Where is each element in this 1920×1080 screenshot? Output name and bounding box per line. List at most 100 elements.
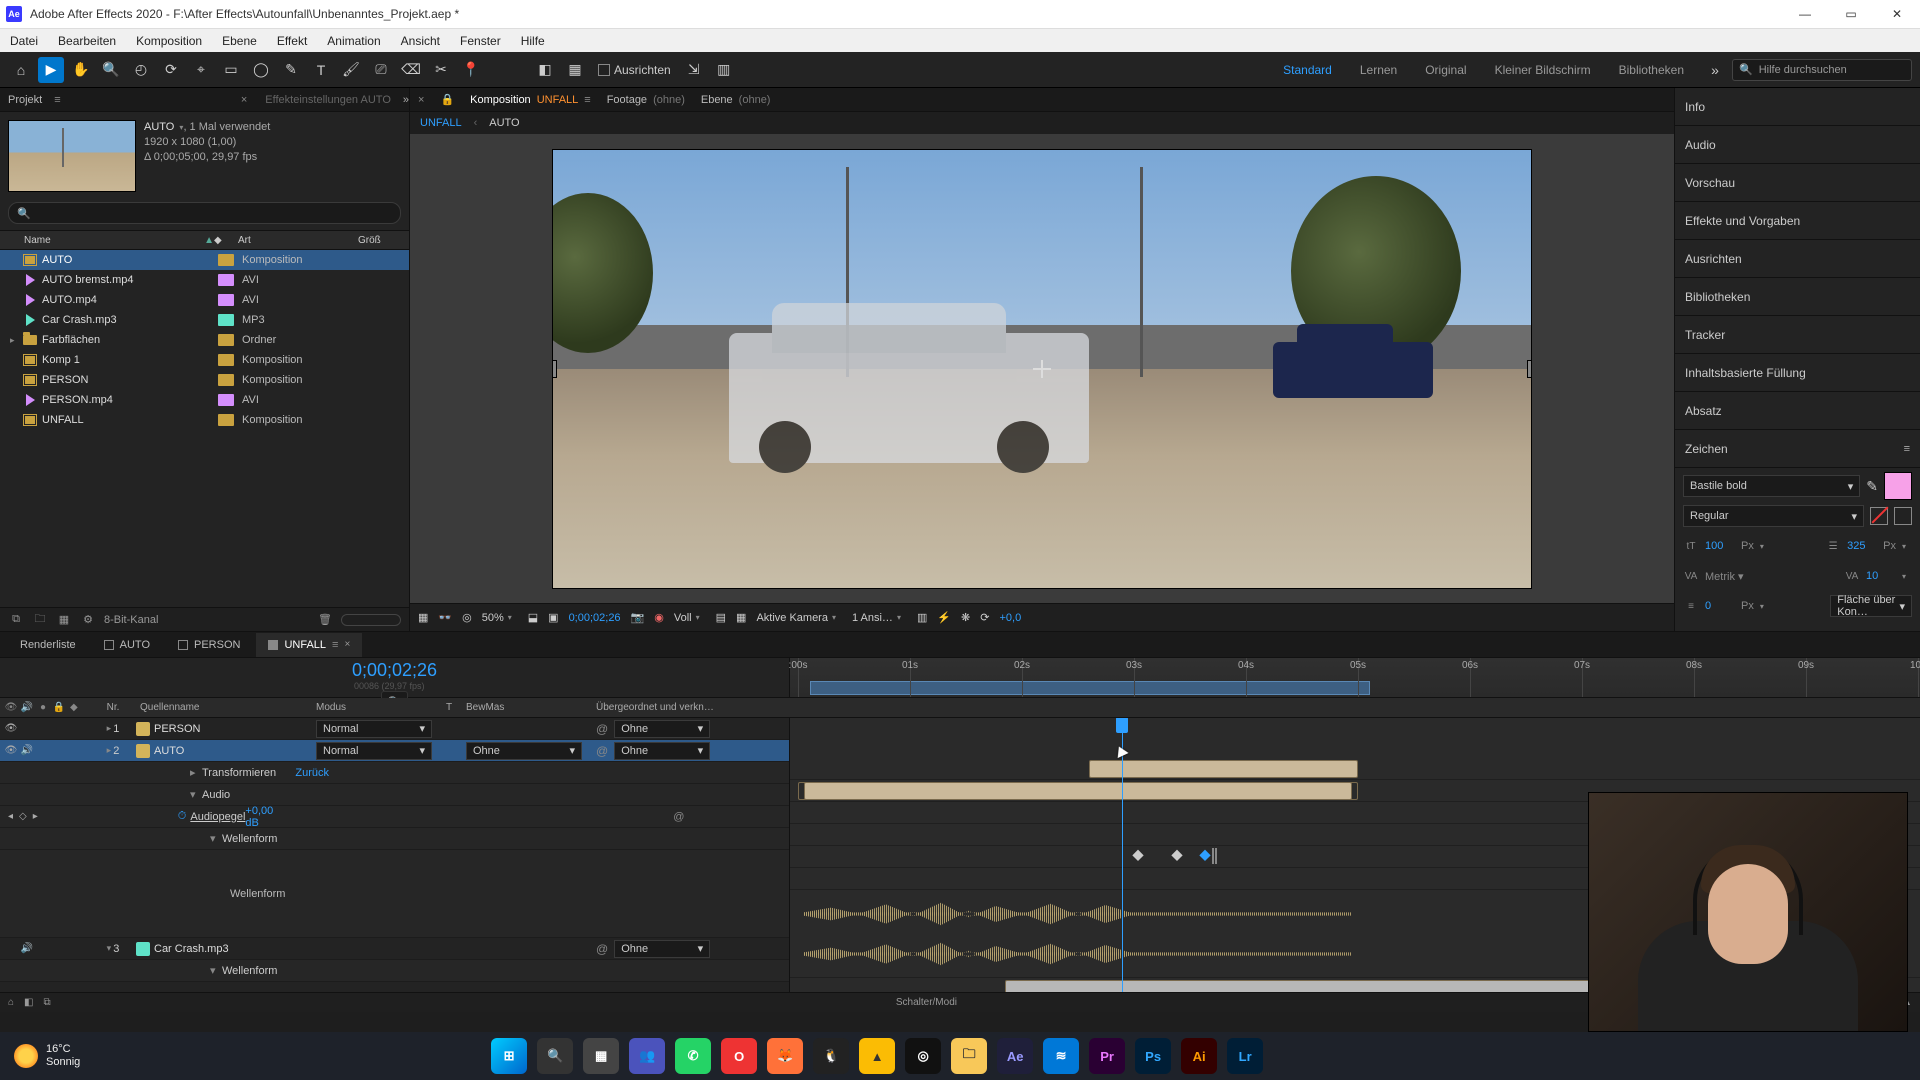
proportional-grid-icon[interactable]: ▥ <box>711 57 737 83</box>
left-resize-handle[interactable] <box>552 360 557 378</box>
layer-property-row[interactable]: ▾Wellenform <box>0 828 789 850</box>
brush-tool[interactable]: 🖌 <box>338 57 364 83</box>
layer-property-row[interactable]: ▸TransformierenZurück <box>0 762 789 784</box>
project-item[interactable]: Car Crash.mp3MP3 <box>0 310 409 330</box>
panel-overflow-icon[interactable]: » <box>403 94 409 106</box>
work-area-bar[interactable] <box>810 681 1370 695</box>
project-item[interactable]: ▸FarbflächenOrdner <box>0 330 409 350</box>
layer-property-row[interactable]: ▾Audio <box>0 784 789 806</box>
no-fill-icon[interactable] <box>1870 507 1888 525</box>
linux-icon[interactable]: 🐧 <box>813 1038 849 1074</box>
stroke-width-value[interactable]: 0 <box>1705 600 1735 612</box>
pixel-aspect-icon[interactable]: ▥ <box>917 611 927 624</box>
snapshot-icon[interactable]: 📷 <box>631 611 645 624</box>
window-minimize-button[interactable]: — <box>1782 0 1828 28</box>
file-explorer-icon[interactable]: 🗀 <box>951 1038 987 1074</box>
rectangle-tool[interactable]: ▭ <box>218 57 244 83</box>
menu-effekt[interactable]: Effekt <box>267 29 317 52</box>
parent-dropdown[interactable]: Ohne▾ <box>614 742 710 760</box>
viewer-footage-tab[interactable]: Footage (ohne) <box>607 94 685 106</box>
breadcrumb-item[interactable]: UNFALL <box>420 117 462 129</box>
photoshop-icon[interactable]: Ps <box>1135 1038 1171 1074</box>
stopwatch-icon[interactable]: ⏱ <box>178 810 187 823</box>
pen-tool[interactable]: ✎ <box>278 57 304 83</box>
viewer-comp-tab[interactable]: Komposition UNFALL ≡ <box>470 94 591 106</box>
whatsapp-icon[interactable]: ✆ <box>675 1038 711 1074</box>
project-item[interactable]: PERSON.mp4AVI <box>0 390 409 410</box>
ellipse-tool[interactable]: ◯ <box>248 57 274 83</box>
task-view-icon[interactable]: ▦ <box>583 1038 619 1074</box>
current-time-indicator[interactable] <box>1122 718 1123 992</box>
workspace-standard[interactable]: Standard <box>1269 63 1346 77</box>
blend-mode-dropdown[interactable]: Normal▾ <box>316 720 432 738</box>
clone-stamp-tool[interactable]: ⎚ <box>368 57 394 83</box>
tracking-value[interactable]: 10 <box>1866 570 1896 582</box>
mask-visibility-icon[interactable]: ◎ <box>462 611 472 624</box>
refresh-icon[interactable]: ⟳ <box>980 611 989 624</box>
menu-hilfe[interactable]: Hilfe <box>511 29 555 52</box>
breadcrumb-item[interactable]: AUTO <box>489 117 519 129</box>
start-button[interactable]: ⊞ <box>491 1038 527 1074</box>
workspace-kleiner bildschirm[interactable]: Kleiner Bildschirm <box>1481 63 1605 77</box>
viewer-lock-icon[interactable]: 🔒 <box>440 93 454 106</box>
menu-ansicht[interactable]: Ansicht <box>391 29 450 52</box>
column-track-matte[interactable]: BewMas <box>466 702 596 713</box>
after-effects-icon[interactable]: Ae <box>997 1038 1033 1074</box>
weather-widget[interactable]: 16°CSonnig <box>0 1043 94 1068</box>
toggle-in-out-icon[interactable]: ⧉ <box>44 997 51 1008</box>
timeline-tab[interactable]: AUTO <box>92 633 162 657</box>
workspace-overflow-icon[interactable]: » <box>1702 57 1728 83</box>
exposure-value[interactable]: +0,0 <box>999 612 1021 624</box>
project-tab[interactable]: Projekt <box>8 94 42 106</box>
fill-color-swatch[interactable] <box>1884 472 1912 500</box>
resolution-dropdown[interactable]: Voll▾ <box>674 612 706 624</box>
label-column-icon[interactable]: ◆ <box>70 702 90 713</box>
eyedropper-icon[interactable]: ✎ <box>1866 478 1878 495</box>
toggle-mask-icon[interactable]: ▦ <box>562 57 588 83</box>
project-item[interactable]: PERSONKomposition <box>0 370 409 390</box>
track-matte-dropdown[interactable]: Ohne▾ <box>466 742 582 760</box>
delete-icon[interactable]: 🗑 <box>317 612 333 628</box>
panel-header[interactable]: Inhaltsbasierte Füllung <box>1675 354 1920 392</box>
firefox-icon[interactable]: 🦊 <box>767 1038 803 1074</box>
prev-keyframe-icon[interactable]: ◂ <box>8 811 13 822</box>
add-keyframe-icon[interactable]: ◇ <box>19 811 27 822</box>
camera-dropdown[interactable]: Aktive Kamera▾ <box>756 612 842 624</box>
type-tool[interactable]: T <box>308 57 334 83</box>
panel-header[interactable]: Zeichen≡ <box>1675 430 1920 468</box>
project-item[interactable]: Komp 1Komposition <box>0 350 409 370</box>
toggle-alpha-icon[interactable]: ▦ <box>418 611 428 624</box>
interpret-footage-icon[interactable]: ⧉ <box>8 612 24 628</box>
composition-canvas[interactable] <box>410 134 1674 603</box>
lock-column-icon[interactable]: 🔒 <box>52 701 66 715</box>
hand-tool[interactable]: ✋ <box>68 57 94 83</box>
window-close-button[interactable]: ✕ <box>1874 0 1920 28</box>
premiere-icon[interactable]: Pr <box>1089 1038 1125 1074</box>
panel-header[interactable]: Info <box>1675 88 1920 126</box>
obs-icon[interactable]: ◎ <box>905 1038 941 1074</box>
swap-colors-icon[interactable] <box>1894 507 1912 525</box>
vscode-icon[interactable]: ≋ <box>1043 1038 1079 1074</box>
parent-dropdown[interactable]: Ohne▾ <box>614 940 710 958</box>
menu-animation[interactable]: Animation <box>317 29 390 52</box>
effect-controls-tab[interactable]: Effekteinstellungen AUTO <box>265 94 391 106</box>
resolution-half-icon[interactable]: ⬓ <box>528 611 538 624</box>
layer-property-row[interactable]: ▾Wellenform <box>0 960 789 982</box>
timeline-tab[interactable]: UNFALL≡× <box>256 633 362 657</box>
column-parent[interactable]: Übergeordnet und verkn… <box>596 702 790 713</box>
panel-header[interactable]: Tracker <box>1675 316 1920 354</box>
menu-bearbeiten[interactable]: Bearbeiten <box>48 29 126 52</box>
panel-header[interactable]: Vorschau <box>1675 164 1920 202</box>
solo-column-icon[interactable]: ● <box>36 701 50 715</box>
project-item[interactable]: UNFALLKomposition <box>0 410 409 430</box>
timeline-tab[interactable]: Renderliste <box>8 633 88 657</box>
font-size-value[interactable]: 100 <box>1705 540 1735 552</box>
switches-modes-toggle[interactable]: Schalter/Modi <box>896 997 957 1008</box>
timeline-tab[interactable]: PERSON <box>166 633 252 657</box>
project-items-list[interactable]: AUTOKompositionAUTO bremst.mp4AVIAUTO.mp… <box>0 250 409 607</box>
workspace-bibliotheken[interactable]: Bibliotheken <box>1605 63 1698 77</box>
snapping-options-icon[interactable]: ⇲ <box>681 57 707 83</box>
zoom-tool[interactable]: 🔍 <box>98 57 124 83</box>
window-maximize-button[interactable]: ▭ <box>1828 0 1874 28</box>
project-columns-header[interactable]: Name▲ ◆ Art Größ <box>0 230 409 250</box>
